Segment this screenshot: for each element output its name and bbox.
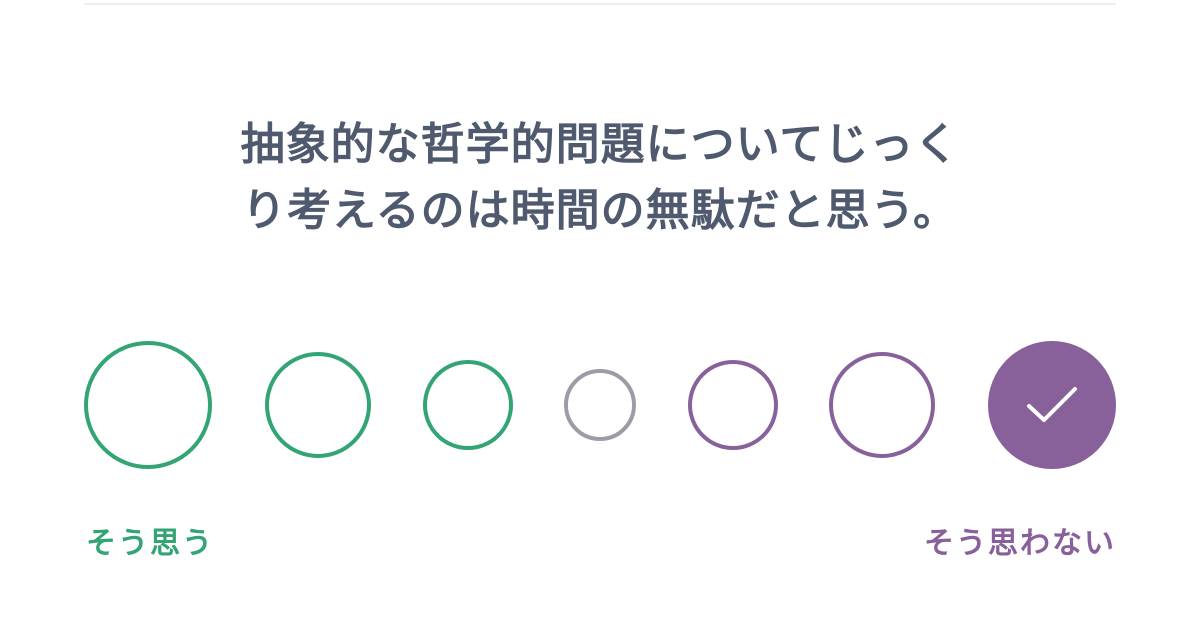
option-slightly-agree[interactable]: [423, 360, 513, 450]
option-strongly-agree[interactable]: [84, 341, 212, 469]
option-neutral[interactable]: [564, 369, 636, 441]
disagree-label: そう思わない: [924, 526, 1116, 561]
option-disagree[interactable]: [829, 352, 935, 458]
option-slightly-disagree[interactable]: [688, 360, 778, 450]
option-agree[interactable]: [265, 352, 371, 458]
check-icon: [1025, 384, 1079, 426]
option-strongly-disagree[interactable]: [988, 341, 1116, 469]
agree-label: そう思う: [86, 526, 214, 561]
